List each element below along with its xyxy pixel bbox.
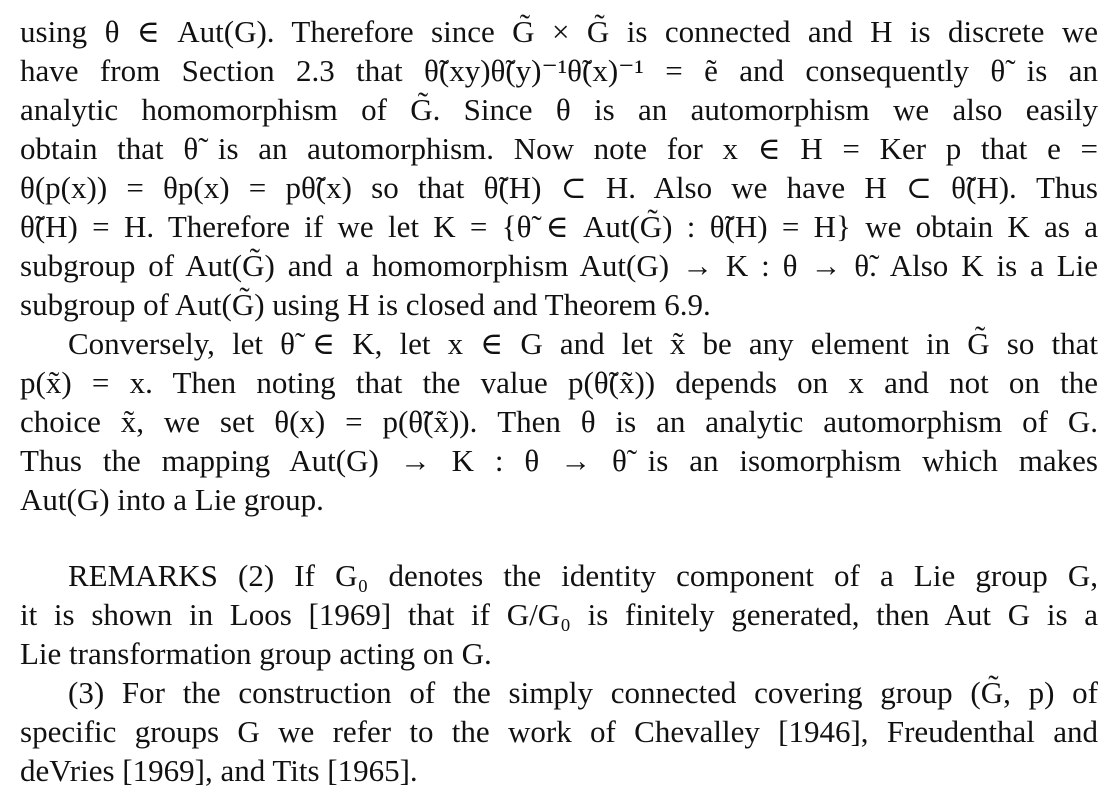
text-line: using θ ∈ Aut(G). Therefore since G̃ × G…	[20, 14, 1098, 49]
text-line: Conversely, let θ̃ ∈ K, let x ∈ G and le…	[68, 326, 1098, 361]
section-spacer	[20, 519, 1098, 556]
page-text: using θ ∈ Aut(G). Therefore since G̃ × G…	[20, 12, 1098, 790]
text-line: Lie transformation group acting on G.	[20, 636, 492, 671]
text-line: θ(p(x)) = θp(x) = pθ̃(x) so that θ̃(H) ⊂…	[20, 170, 1098, 205]
text-line: obtain that θ̃ is an automorphism. Now n…	[20, 131, 1098, 166]
text-line: choice x̃, we set θ(x) = p(θ̃(x̃)). Then…	[20, 404, 1098, 439]
text-line: (3) For the construction of the simply c…	[68, 675, 1098, 710]
paragraph-remark-2: REMARKS (2) If G₀ denotes the identity c…	[20, 556, 1098, 673]
paragraph-remark-3: (3) For the construction of the simply c…	[20, 673, 1098, 790]
text-line: deVries [1969], and Tits [1965].	[20, 753, 418, 788]
text-line: it is shown in Loos [1969] that if G/G₀ …	[20, 597, 1098, 632]
text-line: subgroup of Aut(G̃) and a homomorphism A…	[20, 248, 1098, 283]
paragraph-proof-part-2: Conversely, let θ̃ ∈ K, let x ∈ G and le…	[20, 324, 1098, 519]
text-line: have from Section 2.3 that θ̃(xy)θ̃(y)⁻¹…	[20, 53, 1098, 88]
text-line: REMARKS (2) If G₀ denotes the identity c…	[68, 558, 1098, 593]
text-line: Thus the mapping Aut(G) → K : θ → θ̃ is …	[20, 443, 1098, 478]
text-line: analytic homomorphism of G̃. Since θ is …	[20, 92, 1098, 127]
text-line: θ̃(H) = H. Therefore if we let K = {θ̃ ∈…	[20, 209, 1098, 244]
text-line: specific groups G we refer to the work o…	[20, 714, 1098, 749]
paragraph-proof-part-1: using θ ∈ Aut(G). Therefore since G̃ × G…	[20, 12, 1098, 324]
text-line: p(x̃) = x. Then noting that the value p(…	[20, 365, 1098, 400]
text-line: subgroup of Aut(G̃) using H is closed an…	[20, 287, 711, 322]
text-line: Aut(G) into a Lie group.	[20, 482, 324, 517]
